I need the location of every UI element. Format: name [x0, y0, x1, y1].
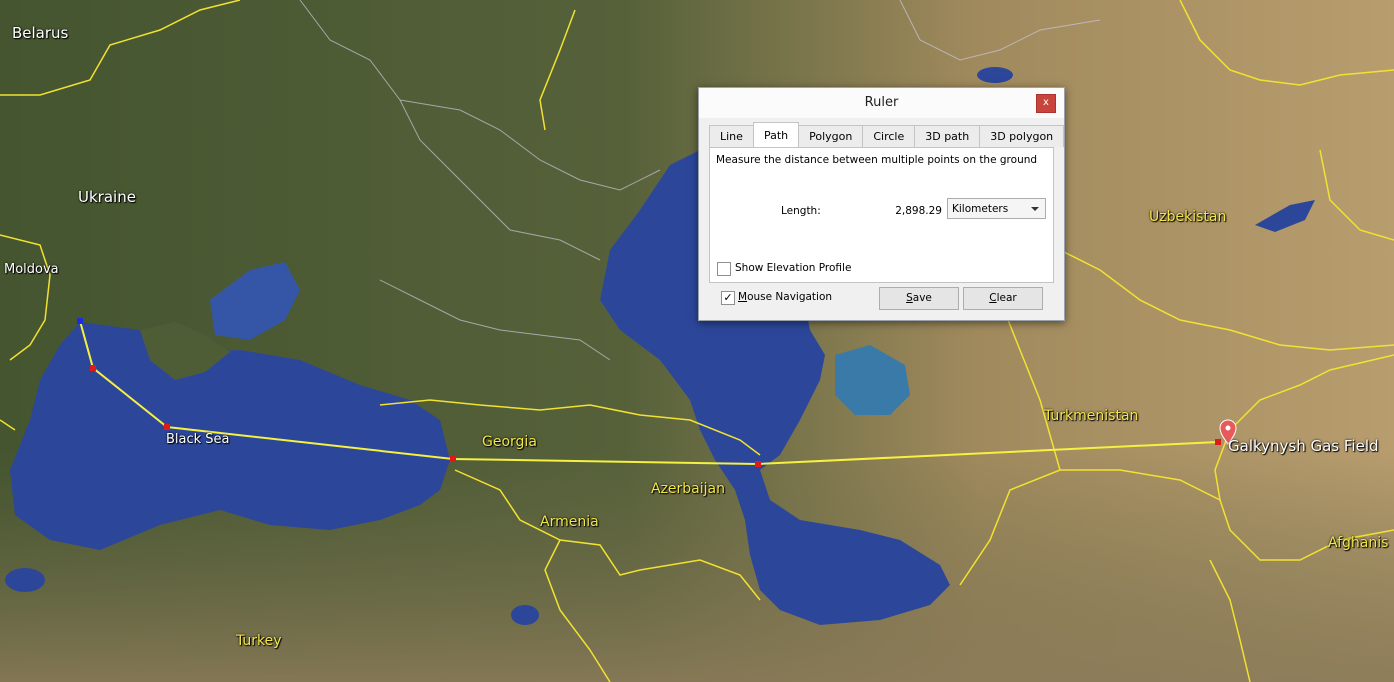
mouse-navigation-rest: ouse Navigation [747, 291, 833, 303]
mouse-navigation-mnemonic: M [738, 291, 748, 303]
label-turkey: Turkey [236, 633, 282, 649]
label-turkmenistan: Turkmenistan [1044, 408, 1139, 424]
label-georgia: Georgia [482, 434, 537, 450]
save-rest: ave [912, 292, 932, 304]
label-uzbekistan: Uzbekistan [1149, 209, 1227, 225]
path-point[interactable] [450, 456, 456, 462]
ruler-dialog: Ruler x Line Path Polygon Circle 3D path… [698, 87, 1065, 321]
path-point[interactable] [755, 461, 761, 467]
dialog-title[interactable]: Ruler [699, 88, 1064, 118]
save-button[interactable]: Save [879, 287, 959, 310]
path-end-point[interactable] [1215, 439, 1221, 445]
measurement-tabs: Line Path Polygon Circle 3D path 3D poly… [709, 122, 1065, 147]
aral-lake [977, 67, 1013, 83]
check-icon: ✓ [723, 291, 733, 304]
path-point[interactable] [90, 365, 96, 371]
path-start-point[interactable] [77, 318, 83, 324]
label-gas-field[interactable]: Galkynysh Gas Field [1228, 437, 1379, 455]
length-label: Length: [781, 205, 821, 217]
tab-3d-path[interactable]: 3D path [914, 125, 981, 147]
path-point[interactable] [164, 424, 170, 430]
mouse-navigation-label[interactable]: Mouse Navigation [738, 291, 832, 303]
label-azerbaijan: Azerbaijan [651, 481, 725, 497]
tab-description: Measure the distance between multiple po… [716, 154, 1038, 166]
units-dropdown[interactable]: Kilometers [947, 198, 1046, 219]
lake-tuz [5, 568, 45, 592]
label-belarus: Belarus [12, 24, 69, 42]
clear-button[interactable]: Clear [963, 287, 1043, 310]
tab-line[interactable]: Line [709, 125, 754, 147]
label-ukraine: Ukraine [78, 188, 136, 206]
label-armenia: Armenia [540, 514, 599, 530]
mouse-navigation-checkbox[interactable]: ✓ [721, 291, 735, 305]
clear-mnemonic: C [989, 292, 997, 304]
tab-3d-polygon[interactable]: 3D polygon [979, 125, 1065, 147]
show-elevation-label[interactable]: Show Elevation Profile [735, 262, 851, 274]
show-elevation-checkbox[interactable] [717, 262, 731, 276]
length-value: 2,898.29 [895, 205, 942, 217]
save-mnemonic: S [906, 292, 913, 304]
path-tab-panel: Measure the distance between multiple po… [709, 147, 1054, 283]
lake-van [511, 605, 539, 625]
tab-circle[interactable]: Circle [862, 125, 916, 147]
label-afghanistan: Afghanis [1328, 535, 1389, 551]
close-button[interactable]: x [1036, 94, 1056, 113]
units-selected: Kilometers [952, 203, 1009, 215]
satellite-map[interactable] [0, 0, 1394, 682]
label-moldova: Moldova [4, 262, 59, 277]
clear-rest: lear [996, 292, 1017, 304]
tab-polygon[interactable]: Polygon [798, 125, 864, 147]
label-black-sea: Black Sea [166, 432, 230, 447]
tab-path[interactable]: Path [752, 122, 800, 147]
chevron-down-icon [1031, 207, 1039, 211]
